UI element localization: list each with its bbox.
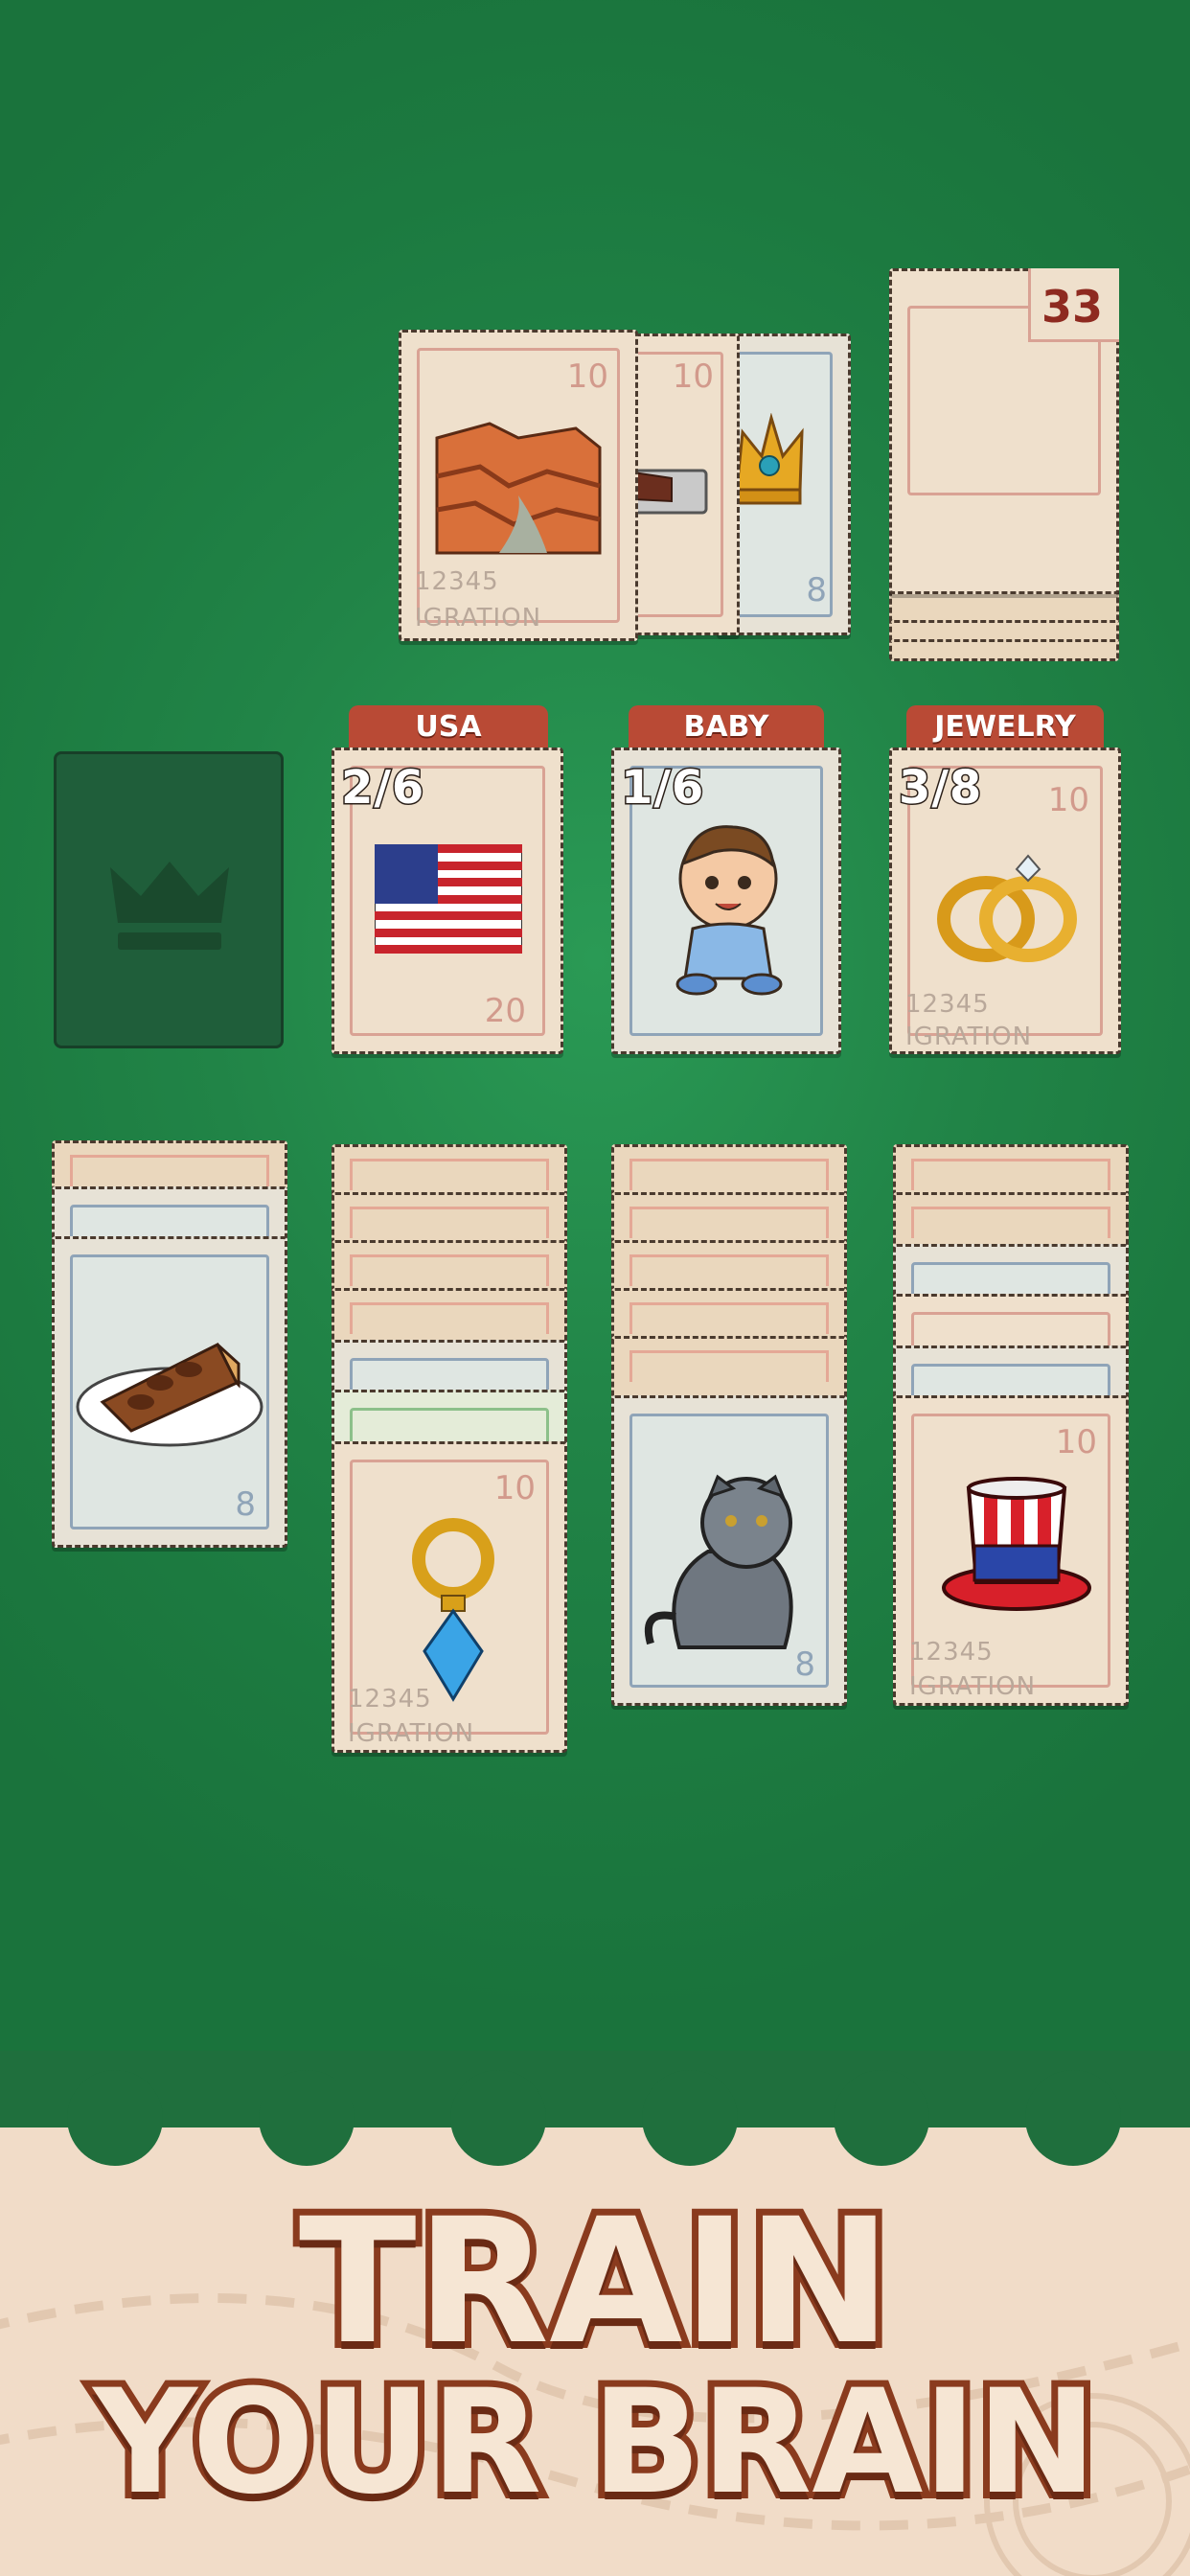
felt-edge bbox=[0, 2051, 1190, 2128]
cat-image bbox=[644, 1474, 793, 1649]
category-card-jewelry-value: 10 bbox=[1047, 781, 1089, 819]
jewelry-postmark-text: IGRATION bbox=[905, 1023, 1033, 1051]
waste-postmark-text: IGRATION bbox=[415, 604, 542, 632]
stock-pile[interactable]: 33 bbox=[889, 268, 1119, 661]
category-count-jewelry: 3/8 bbox=[897, 760, 983, 816]
felt-scallop bbox=[642, 2070, 738, 2166]
pendant-postmark: 12345 bbox=[348, 1685, 432, 1714]
tableau-card-hat-value: 10 bbox=[1055, 1423, 1097, 1461]
category-count-usa: 2/6 bbox=[339, 760, 425, 816]
banner-line-1: TRAIN bbox=[292, 2180, 898, 2385]
category-count-baby: 1/6 bbox=[619, 760, 705, 816]
stock-card-top[interactable]: 33 bbox=[889, 268, 1119, 594]
felt-scallop bbox=[1025, 2070, 1121, 2166]
steak-tray-image bbox=[633, 469, 708, 515]
waste-card-2: 10 bbox=[623, 334, 740, 635]
waste-card-2-value: 10 bbox=[672, 357, 714, 396]
felt-scallop bbox=[67, 2070, 163, 2166]
usa-flag-image bbox=[375, 844, 522, 954]
felt-scallop bbox=[834, 2070, 929, 2166]
category-label-jewelry: JEWELRY bbox=[906, 705, 1104, 748]
tableau-card-pendant[interactable]: 10 12345 IGRATION bbox=[332, 1441, 567, 1753]
category-card-usa-value: 20 bbox=[484, 992, 526, 1030]
tableau-card-pecan-pie[interactable]: 8 bbox=[52, 1236, 287, 1548]
pendant-image bbox=[412, 1518, 494, 1702]
tableau-column-1: 8 bbox=[52, 1140, 287, 1548]
category-label-baby: BABY bbox=[629, 705, 824, 748]
baby-image bbox=[675, 825, 783, 996]
foundation-empty-slot[interactable] bbox=[54, 751, 284, 1048]
tableau-card-cat[interactable]: 8 bbox=[611, 1395, 847, 1706]
banner-line-2: YOUR BRAIN bbox=[86, 2355, 1104, 2531]
tableau-column-3: 8 bbox=[611, 1144, 847, 1706]
tableau-card-pendant-value: 10 bbox=[493, 1469, 536, 1507]
waste-card-top-value: 10 bbox=[566, 357, 608, 396]
jewelry-postmark: 12345 bbox=[905, 990, 990, 1019]
pecan-pie-image bbox=[76, 1342, 263, 1447]
crown-image bbox=[735, 413, 804, 505]
waste-card-3-value: 8 bbox=[806, 571, 827, 610]
tableau-card-pecan-pie-value: 8 bbox=[235, 1485, 256, 1524]
tableau-card-uncle-sam-hat[interactable]: 10 12345 IGRATION bbox=[893, 1395, 1129, 1706]
wedding-rings-image bbox=[937, 854, 1077, 962]
hat-postmark-text: IGRATION bbox=[909, 1672, 1037, 1701]
felt-scallop bbox=[450, 2070, 546, 2166]
pendant-postmark-text: IGRATION bbox=[348, 1719, 475, 1748]
crown-icon bbox=[110, 862, 229, 950]
waste-card-top[interactable]: 10 12345 IGRATION bbox=[399, 330, 638, 641]
grand-canyon-image bbox=[435, 422, 602, 555]
felt-scallop bbox=[259, 2070, 355, 2166]
tableau-column-2: 10 12345 IGRATION bbox=[332, 1144, 567, 1758]
waste-postmark: 12345 bbox=[415, 567, 499, 596]
tableau-column-4: 10 12345 IGRATION bbox=[893, 1144, 1129, 1706]
category-label-usa: USA bbox=[349, 705, 548, 748]
uncle-sam-hat-image bbox=[942, 1477, 1091, 1611]
stock-count: 33 bbox=[1041, 281, 1103, 333]
hat-postmark: 12345 bbox=[909, 1638, 994, 1667]
tableau-card-cat-value: 8 bbox=[794, 1645, 815, 1684]
